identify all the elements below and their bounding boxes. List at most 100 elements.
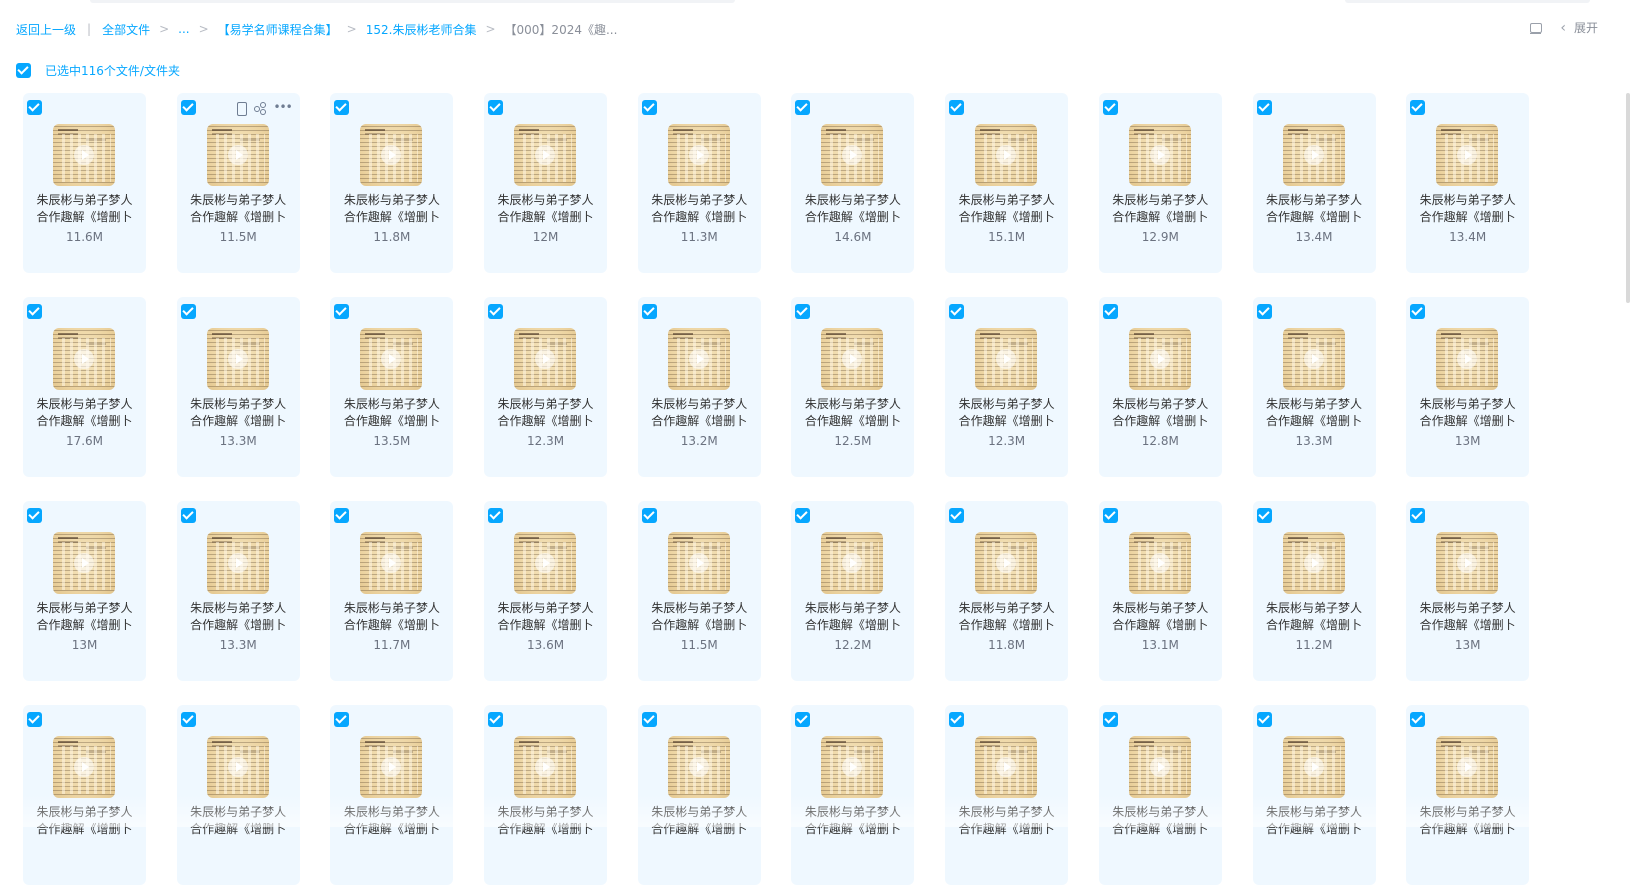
file-card[interactable]: 朱辰彬与弟子梦人合作趣解《增删卜12.2M <box>791 501 914 681</box>
video-thumbnail[interactable] <box>975 736 1037 798</box>
file-name[interactable]: 朱辰彬与弟子梦人合作趣解《增删卜 <box>1259 396 1370 430</box>
file-card[interactable]: 朱辰彬与弟子梦人合作趣解《增删卜13.2M <box>638 297 761 477</box>
file-card[interactable]: 朱辰彬与弟子梦人合作趣解《增删卜 <box>791 705 914 885</box>
video-thumbnail[interactable] <box>360 328 422 390</box>
file-name[interactable]: 朱辰彬与弟子梦人合作趣解《增删卜 <box>336 396 447 430</box>
file-name[interactable]: 朱辰彬与弟子梦人合作趣解《增删卜 <box>644 804 755 838</box>
video-thumbnail[interactable] <box>668 328 730 390</box>
video-thumbnail[interactable] <box>514 736 576 798</box>
file-name[interactable]: 朱辰彬与弟子梦人合作趣解《增删卜 <box>183 192 294 226</box>
file-card[interactable]: 朱辰彬与弟子梦人合作趣解《增删卜13.5M <box>330 297 453 477</box>
file-name[interactable]: 朱辰彬与弟子梦人合作趣解《增删卜 <box>797 600 908 634</box>
video-thumbnail[interactable] <box>1436 124 1498 186</box>
video-thumbnail[interactable] <box>1436 328 1498 390</box>
file-checkbox[interactable] <box>642 712 657 727</box>
file-name[interactable]: 朱辰彬与弟子梦人合作趣解《增删卜 <box>1105 192 1216 226</box>
file-name[interactable]: 朱辰彬与弟子梦人合作趣解《增删卜 <box>644 396 755 430</box>
video-thumbnail[interactable] <box>821 328 883 390</box>
file-card[interactable]: 朱辰彬与弟子梦人合作趣解《增删卜12.5M <box>791 297 914 477</box>
file-checkbox[interactable] <box>642 100 657 115</box>
file-checkbox[interactable] <box>949 304 964 319</box>
video-thumbnail[interactable] <box>668 736 730 798</box>
back-link[interactable]: 返回上一级 <box>16 21 76 38</box>
file-card[interactable]: 朱辰彬与弟子梦人合作趣解《增删卜11.8M <box>330 93 453 273</box>
video-thumbnail[interactable] <box>1129 124 1191 186</box>
file-name[interactable]: 朱辰彬与弟子梦人合作趣解《增删卜 <box>644 600 755 634</box>
file-name[interactable]: 朱辰彬与弟子梦人合作趣解《增删卜 <box>29 396 140 430</box>
file-card[interactable]: 朱辰彬与弟子梦人合作趣解《增删卜11.7M <box>330 501 453 681</box>
file-checkbox[interactable] <box>949 508 964 523</box>
file-name[interactable]: 朱辰彬与弟子梦人合作趣解《增删卜 <box>797 192 908 226</box>
file-card[interactable]: 朱辰彬与弟子梦人合作趣解《增删卜13M <box>1406 501 1529 681</box>
file-checkbox[interactable] <box>795 304 810 319</box>
file-card[interactable]: 朱辰彬与弟子梦人合作趣解《增删卜13.3M <box>177 297 300 477</box>
chevron-left-icon[interactable]: ‹ <box>1560 20 1566 36</box>
file-card[interactable]: 朱辰彬与弟子梦人合作趣解《增删卜 <box>484 705 607 885</box>
file-checkbox[interactable] <box>27 712 42 727</box>
file-card[interactable]: 朱辰彬与弟子梦人合作趣解《增删卜13.4M <box>1253 93 1376 273</box>
file-name[interactable]: 朱辰彬与弟子梦人合作趣解《增删卜 <box>336 600 447 634</box>
file-checkbox[interactable] <box>949 100 964 115</box>
video-thumbnail[interactable] <box>53 736 115 798</box>
file-card[interactable]: 朱辰彬与弟子梦人合作趣解《增删卜12M <box>484 93 607 273</box>
file-checkbox[interactable] <box>334 304 349 319</box>
phone-icon[interactable] <box>235 102 247 114</box>
video-thumbnail[interactable] <box>1283 532 1345 594</box>
file-checkbox[interactable] <box>181 712 196 727</box>
file-name[interactable]: 朱辰彬与弟子梦人合作趣解《增删卜 <box>490 396 601 430</box>
file-checkbox[interactable] <box>334 712 349 727</box>
file-card[interactable]: 朱辰彬与弟子梦人合作趣解《增删卜 <box>945 705 1068 885</box>
video-thumbnail[interactable] <box>1283 124 1345 186</box>
file-card[interactable]: 朱辰彬与弟子梦人合作趣解《增删卜13.1M <box>1099 501 1222 681</box>
video-thumbnail[interactable] <box>1283 736 1345 798</box>
file-name[interactable]: 朱辰彬与弟子梦人合作趣解《增删卜 <box>1105 396 1216 430</box>
file-name[interactable]: 朱辰彬与弟子梦人合作趣解《增删卜 <box>1259 600 1370 634</box>
file-name[interactable]: 朱辰彬与弟子梦人合作趣解《增删卜 <box>1412 804 1523 838</box>
video-thumbnail[interactable] <box>1436 532 1498 594</box>
video-thumbnail[interactable] <box>821 736 883 798</box>
video-thumbnail[interactable] <box>53 328 115 390</box>
file-card[interactable]: 朱辰彬与弟子梦人合作趣解《增删卜11.8M <box>945 501 1068 681</box>
file-name[interactable]: 朱辰彬与弟子梦人合作趣解《增删卜 <box>1259 192 1370 226</box>
file-checkbox[interactable] <box>1103 508 1118 523</box>
file-name[interactable]: 朱辰彬与弟子梦人合作趣解《增删卜 <box>1105 600 1216 634</box>
file-checkbox[interactable] <box>1103 304 1118 319</box>
file-card[interactable]: 朱辰彬与弟子梦人合作趣解《增删卜12.8M <box>1099 297 1222 477</box>
file-card[interactable]: 朱辰彬与弟子梦人合作趣解《增删卜13.6M <box>484 501 607 681</box>
file-card[interactable]: 朱辰彬与弟子梦人合作趣解《增删卜13.4M <box>1406 93 1529 273</box>
video-thumbnail[interactable] <box>1129 532 1191 594</box>
video-thumbnail[interactable] <box>207 328 269 390</box>
file-checkbox[interactable] <box>1257 712 1272 727</box>
file-card[interactable]: 朱辰彬与弟子梦人合作趣解《增删卜 <box>1406 705 1529 885</box>
file-card[interactable]: 朱辰彬与弟子梦人合作趣解《增删卜13M <box>23 501 146 681</box>
video-thumbnail[interactable] <box>1283 328 1345 390</box>
file-checkbox[interactable] <box>334 100 349 115</box>
video-thumbnail[interactable] <box>975 124 1037 186</box>
file-name[interactable]: 朱辰彬与弟子梦人合作趣解《增删卜 <box>490 600 601 634</box>
share-icon[interactable] <box>254 102 266 114</box>
video-thumbnail[interactable] <box>821 532 883 594</box>
file-card[interactable]: 朱辰彬与弟子梦人合作趣解《增删卜15.1M <box>945 93 1068 273</box>
file-checkbox[interactable] <box>27 508 42 523</box>
file-checkbox[interactable] <box>181 508 196 523</box>
video-thumbnail[interactable] <box>207 124 269 186</box>
file-name[interactable]: 朱辰彬与弟子梦人合作趣解《增删卜 <box>336 804 447 838</box>
breadcrumb-all-files[interactable]: 全部文件 <box>102 21 150 38</box>
file-card[interactable]: 朱辰彬与弟子梦人合作趣解《增删卜11.5M <box>638 501 761 681</box>
video-thumbnail[interactable] <box>207 532 269 594</box>
file-name[interactable]: 朱辰彬与弟子梦人合作趣解《增删卜 <box>490 804 601 838</box>
breadcrumb-course-collection[interactable]: 【易学名师课程合集】 <box>218 21 338 38</box>
file-checkbox[interactable] <box>1410 304 1425 319</box>
file-name[interactable]: 朱辰彬与弟子梦人合作趣解《增删卜 <box>490 192 601 226</box>
file-checkbox[interactable] <box>488 304 503 319</box>
video-thumbnail[interactable] <box>668 532 730 594</box>
file-name[interactable]: 朱辰彬与弟子梦人合作趣解《增删卜 <box>29 600 140 634</box>
file-name[interactable]: 朱辰彬与弟子梦人合作趣解《增删卜 <box>29 192 140 226</box>
file-checkbox[interactable] <box>1410 508 1425 523</box>
file-card[interactable]: 朱辰彬与弟子梦人合作趣解《增删卜11.3M <box>638 93 761 273</box>
file-name[interactable]: 朱辰彬与弟子梦人合作趣解《增删卜 <box>1259 804 1370 838</box>
video-thumbnail[interactable] <box>360 532 422 594</box>
file-name[interactable]: 朱辰彬与弟子梦人合作趣解《增删卜 <box>183 804 294 838</box>
file-checkbox[interactable] <box>949 712 964 727</box>
file-name[interactable]: 朱辰彬与弟子梦人合作趣解《增删卜 <box>1412 600 1523 634</box>
